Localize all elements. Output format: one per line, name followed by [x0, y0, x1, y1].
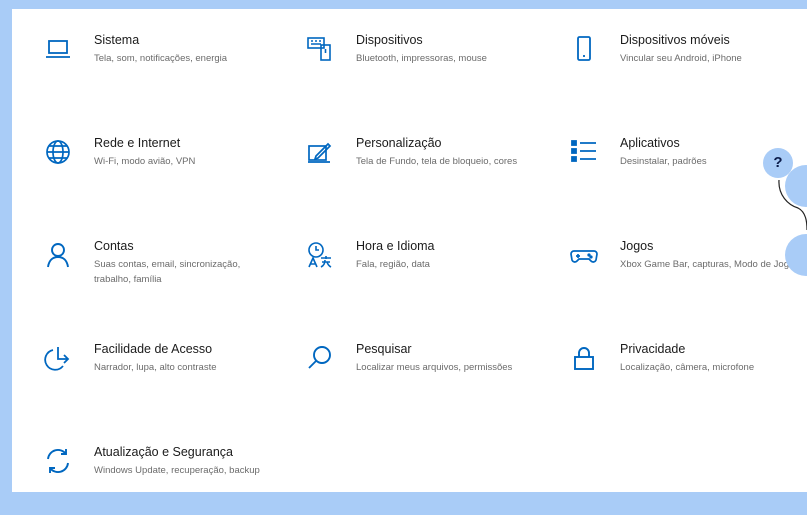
connector-curve: [778, 179, 807, 231]
